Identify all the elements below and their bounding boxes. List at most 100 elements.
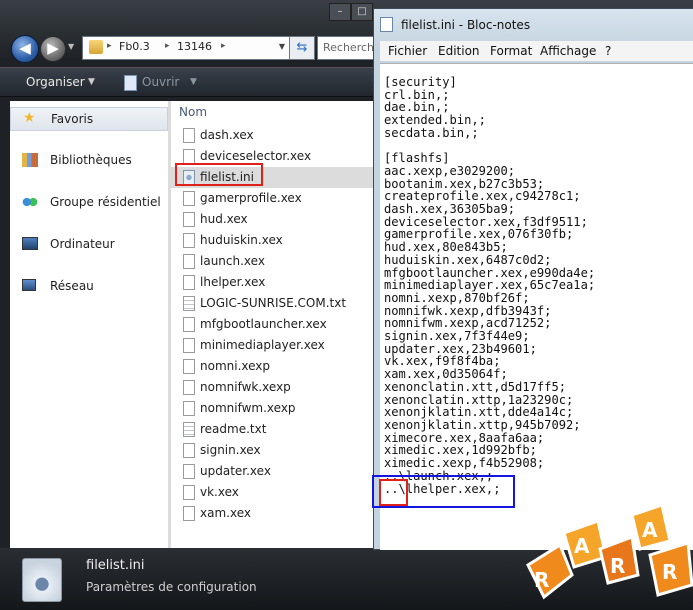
organize-dropdown-icon[interactable]: ▼ [88, 77, 95, 87]
folder-icon [89, 40, 103, 54]
recent-pages-dropdown-icon[interactable]: ▼ [68, 42, 74, 51]
file-row[interactable]: lhelper.xex [171, 272, 374, 293]
file-icon [183, 380, 195, 395]
refresh-button[interactable]: ⇆ [289, 36, 315, 60]
file-icon [183, 254, 195, 269]
organize-button[interactable]: Organiser [26, 75, 85, 89]
details-file-name: filelist.ini [86, 558, 145, 573]
open-file-icon [124, 75, 137, 91]
nav-item-label: Bibliothèques [50, 153, 132, 167]
maximize-button[interactable]: □ [351, 3, 373, 21]
file-name: dash.xex [200, 128, 254, 142]
back-button[interactable]: ◀ [11, 35, 39, 63]
file-row[interactable]: gamerprofile.xex [171, 188, 374, 209]
breadcrumb-segment[interactable]: Fb0.3 [119, 40, 150, 53]
file-row[interactable]: readme.txt [171, 419, 374, 440]
logo-letter: R [662, 560, 677, 584]
forward-button[interactable]: ▶ [40, 36, 66, 62]
file-icon [183, 338, 195, 353]
breadcrumb-separator-icon[interactable]: ▸ [221, 41, 226, 51]
highlight-box-red [175, 163, 263, 186]
file-row[interactable]: LOGIC-SUNRISE.COM.txt [171, 293, 374, 314]
navigation-bar: ◀ ▶ ▼ ▸ Fb0.3 ▸ 13146 ▸ ▼ ⇆ Recherch [8, 34, 389, 63]
nav-item-label: Favoris [51, 112, 94, 126]
address-bar[interactable]: ▸ Fb0.3 ▸ 13146 ▸ ▼ [82, 36, 290, 60]
menu-help[interactable]: ? [605, 44, 611, 58]
nav-item-libraries[interactable]: Bibliothèques [10, 149, 168, 171]
menu-file[interactable]: Fichier [388, 44, 427, 58]
file-row[interactable]: mfgbootlauncher.xex [171, 314, 374, 335]
file-name: lhelper.xex [200, 275, 266, 289]
file-row[interactable]: dash.xex [171, 125, 374, 146]
file-row[interactable]: minimediaplayer.xex [171, 335, 374, 356]
menu-format[interactable]: Format [490, 44, 532, 58]
logo-letter: R [534, 568, 549, 592]
logo-letter: A [642, 518, 658, 542]
file-row[interactable]: signin.xex [171, 440, 374, 461]
nav-item-label: Ordinateur [50, 237, 115, 251]
star-icon: ★ [23, 110, 36, 126]
menu-bar: Fichier Edition Format Affichage ? [380, 41, 693, 61]
homegroup-icon [22, 195, 38, 209]
file-row[interactable]: xam.xex [171, 503, 374, 524]
file-icon [183, 506, 195, 521]
nav-item-homegroup[interactable]: Groupe résidentiel [10, 191, 168, 213]
file-icon [183, 212, 195, 227]
file-name: LOGIC-SUNRISE.COM.txt [200, 296, 347, 310]
file-icon [183, 464, 195, 479]
file-name: vk.xex [200, 485, 239, 499]
file-row[interactable]: huduiskin.xex [171, 230, 374, 251]
nav-item-label: Réseau [50, 279, 94, 293]
open-dropdown-icon[interactable]: ▼ [190, 77, 197, 87]
file-name: mfgbootlauncher.xex [200, 317, 327, 331]
file-icon [183, 275, 195, 290]
details-file-type: Paramètres de configuration [86, 580, 257, 594]
file-name: readme.txt [200, 422, 267, 436]
nav-item-favorites[interactable]: ★ Favoris [10, 107, 168, 131]
file-row[interactable]: updater.xex [171, 461, 374, 482]
computer-icon [22, 237, 38, 250]
file-name: nomnifwm.xexp [200, 401, 296, 415]
breadcrumb-separator-icon[interactable]: ▸ [165, 41, 170, 51]
file-name: deviceselector.xex [200, 149, 312, 163]
watermark-logo: R A R A R [526, 505, 693, 600]
column-header-name[interactable]: Nom [179, 105, 207, 119]
file-icon [183, 401, 195, 416]
file-row[interactable]: launch.xex [171, 251, 374, 272]
notepad-icon [380, 17, 393, 32]
text-file-icon [183, 296, 195, 311]
file-name: xam.xex [200, 506, 251, 520]
file-row[interactable]: nomnifwm.xexp [171, 398, 374, 419]
file-name: updater.xex [200, 464, 271, 478]
window-title: filelist.ini - Bloc-notes [401, 18, 531, 32]
breadcrumb-segment[interactable]: 13146 [177, 40, 212, 53]
menu-view[interactable]: Affichage [540, 44, 596, 58]
config-file-icon [22, 558, 62, 602]
text-file-icon [183, 422, 195, 437]
nav-item-computer[interactable]: Ordinateur [10, 233, 168, 255]
file-row[interactable]: vk.xex [171, 482, 374, 503]
file-row[interactable]: nomni.xexp [171, 356, 374, 377]
highlight-box-red [379, 479, 408, 506]
search-placeholder: Recherch [323, 41, 375, 54]
breadcrumb-separator-icon[interactable]: ▸ [107, 41, 112, 51]
file-icon [183, 128, 195, 143]
minimize-button[interactable]: – [329, 3, 351, 21]
file-name: nomnifwk.xexp [200, 380, 291, 394]
file-row[interactable]: hud.xex [171, 209, 374, 230]
command-bar: Organiser ▼ Ouvrir ▼ [0, 67, 380, 97]
file-row[interactable]: nomnifwk.xexp [171, 377, 374, 398]
file-name: minimediaplayer.xex [200, 338, 325, 352]
editor-line: secdata.bin,; [384, 125, 479, 140]
file-name: signin.xex [200, 443, 261, 457]
address-dropdown-icon[interactable]: ▼ [279, 42, 285, 51]
file-icon [183, 485, 195, 500]
open-button[interactable]: Ouvrir [142, 75, 179, 89]
menu-edit[interactable]: Edition [438, 44, 480, 58]
file-icon [183, 233, 195, 248]
logo-letter: A [574, 534, 590, 558]
file-icon [183, 443, 195, 458]
nav-item-label: Groupe résidentiel [50, 195, 161, 209]
nav-item-network[interactable]: Réseau [10, 275, 168, 297]
file-name: hud.xex [200, 212, 248, 226]
